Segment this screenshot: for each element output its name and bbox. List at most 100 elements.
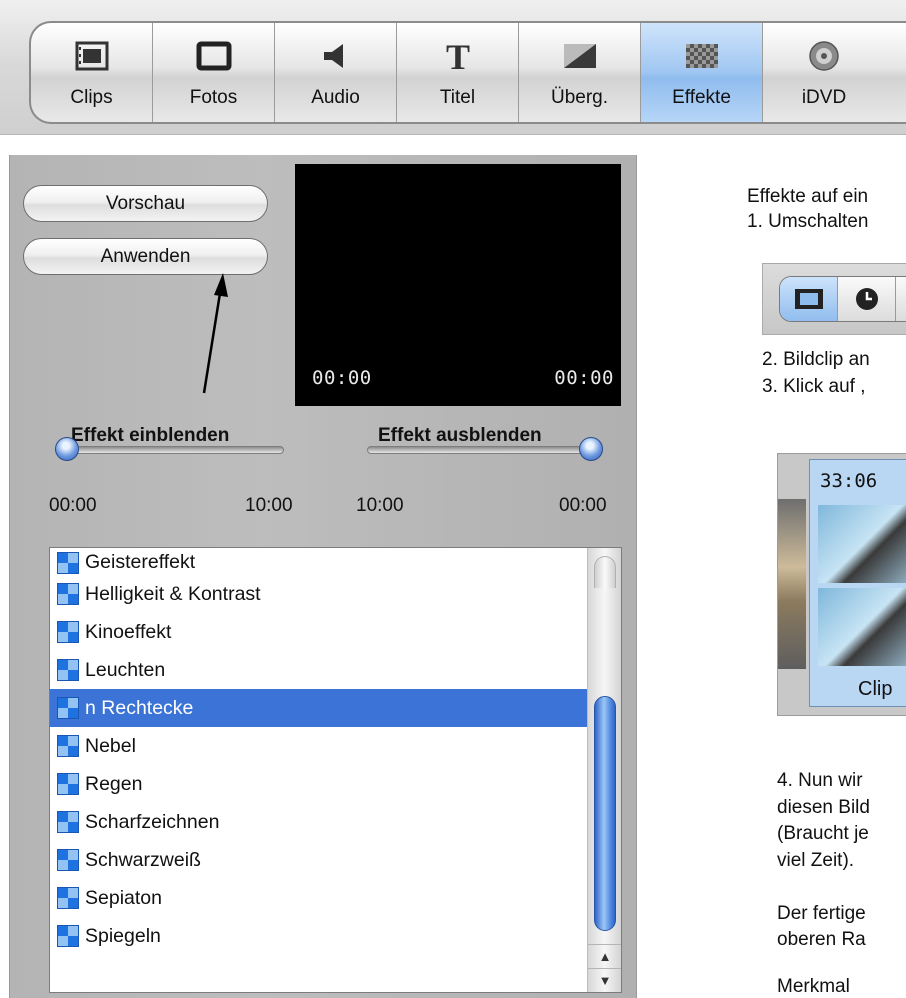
- pane-switcher: Clips Fotos Audio T Titel Überg. Effekte…: [29, 21, 906, 124]
- effect-label: Sepiaton: [85, 886, 162, 909]
- effect-label: Regen: [85, 772, 143, 795]
- clock-icon: [855, 288, 878, 310]
- tab-label: Fotos: [189, 87, 238, 108]
- neighbor-clip-strip: [778, 499, 806, 669]
- list-item[interactable]: Sepiaton: [50, 879, 588, 917]
- effect-icon: [57, 659, 79, 681]
- effect-label: Geistereffekt: [85, 551, 196, 573]
- list-item[interactable]: Nebel: [50, 727, 588, 765]
- effects-checker-icon: [682, 36, 722, 76]
- effect-icon: [57, 773, 79, 795]
- instruction-text: viel Zeit).: [777, 850, 855, 871]
- fade-in-min-label: 00:00: [49, 495, 97, 516]
- instruction-text: diesen Bild: [777, 797, 870, 818]
- tab-effects[interactable]: Effekte: [641, 23, 763, 122]
- timecode-end: 00:00: [554, 367, 614, 389]
- svg-text:T: T: [445, 39, 469, 73]
- effect-icon: [57, 887, 79, 909]
- effect-label: n Rechtecke: [85, 696, 194, 719]
- list-item[interactable]: Geistereffekt: [50, 549, 588, 575]
- effect-icon: [57, 811, 79, 833]
- tab-label: Audio: [311, 87, 360, 108]
- tab-audio[interactable]: Audio: [275, 23, 397, 122]
- instruction-text: (Braucht je: [777, 823, 869, 844]
- list-item[interactable]: Regen: [50, 765, 588, 803]
- instruction-text: oberen Ra: [777, 929, 866, 950]
- fade-in-title: Effekt einblenden: [71, 425, 230, 446]
- clip-frame-image: [818, 505, 906, 583]
- effect-icon: [57, 925, 79, 947]
- fade-out-title: Effekt ausblenden: [378, 425, 542, 446]
- instruction-text: 3. Klick auf ,: [762, 376, 866, 397]
- fade-in-max-label: 10:00: [245, 495, 293, 516]
- fade-out-max-label: 00:00: [559, 495, 607, 516]
- effect-icon: [57, 583, 79, 605]
- view-switcher: [779, 276, 906, 322]
- tab-titles[interactable]: T Titel: [397, 23, 519, 122]
- tab-label: Effekte: [672, 87, 731, 108]
- timeline-view-button: [838, 277, 896, 321]
- tab-clips[interactable]: Clips: [31, 23, 153, 122]
- effect-icon: [57, 735, 79, 757]
- list-scrollbar[interactable]: ▲ ▼: [587, 548, 621, 992]
- effect-label: Schwarzweiß: [85, 848, 201, 871]
- list-item[interactable]: Kinoeffekt: [50, 613, 588, 651]
- instruction-text: Der fertige: [777, 903, 866, 924]
- fade-out-slider[interactable]: [367, 446, 592, 454]
- effect-label: Nebel: [85, 734, 136, 757]
- tab-label: iDVD: [801, 87, 847, 108]
- effect-icon: [57, 621, 79, 643]
- scrollbar-track-cap: [594, 556, 616, 588]
- instruction-text: Merkmal: [777, 976, 850, 997]
- scroll-down-arrow-icon[interactable]: ▼: [588, 968, 621, 992]
- tab-label: Clips: [70, 87, 113, 108]
- fade-in-slider-knob[interactable]: [55, 437, 79, 461]
- clip-thumbnail-image: 33:06 Clip: [777, 453, 906, 716]
- effect-label: Helligkeit & Kontrast: [85, 582, 261, 605]
- list-item[interactable]: Scharfzeichnen: [50, 803, 588, 841]
- timecode-start: 00:00: [312, 367, 372, 389]
- list-item[interactable]: Helligkeit & Kontrast: [50, 575, 588, 613]
- clip-card: 33:06 Clip: [809, 459, 906, 707]
- tab-photos[interactable]: Fotos: [153, 23, 275, 122]
- effects-list[interactable]: Geistereffekt Helligkeit & Kontrast Kino…: [49, 547, 622, 993]
- view-switcher-image: [762, 263, 906, 335]
- effect-icon: [57, 552, 79, 574]
- list-item[interactable]: Schwarzweiß: [50, 841, 588, 879]
- tab-label: Überg.: [550, 87, 609, 108]
- fade-out-slider-knob[interactable]: [579, 437, 603, 461]
- instruction-text: 2. Bildclip an: [762, 349, 870, 370]
- tab-idvd[interactable]: iDVD: [763, 23, 885, 122]
- preview-button[interactable]: Vorschau: [23, 185, 268, 222]
- list-item-selected[interactable]: n Rechtecke: [50, 689, 588, 727]
- instruction-text: 1. Umschalten: [747, 211, 869, 232]
- effects-panel: Vorschau Anwenden 00:00 00:00 Effekt ein…: [9, 155, 637, 998]
- instruction-text: 4. Nun wir: [777, 770, 863, 791]
- list-item[interactable]: Leuchten: [50, 651, 588, 689]
- transition-icon: [560, 36, 600, 76]
- dvd-disc-icon: [804, 36, 844, 76]
- film-icon: [72, 36, 112, 76]
- effect-label: Kinoeffekt: [85, 620, 172, 643]
- scroll-up-arrow-icon[interactable]: ▲: [588, 944, 621, 968]
- effect-icon: [57, 697, 79, 719]
- clip-frame-image: [818, 588, 906, 666]
- title-t-icon: T: [438, 36, 478, 76]
- scrollbar-thumb[interactable]: [594, 696, 616, 931]
- fade-out-min-label: 10:00: [356, 495, 404, 516]
- speaker-icon: [316, 36, 356, 76]
- film-icon: [794, 289, 823, 309]
- fade-in-slider[interactable]: [59, 446, 284, 454]
- preview-monitor: 00:00 00:00: [295, 164, 621, 406]
- clip-name: Clip: [858, 678, 893, 700]
- toolbar: Clips Fotos Audio T Titel Überg. Effekte…: [0, 0, 906, 135]
- annotation-arrow: [202, 273, 228, 394]
- effect-label: Leuchten: [85, 658, 166, 681]
- clip-view-button: [780, 277, 838, 321]
- effect-label: Spiegeln: [85, 924, 161, 947]
- clip-duration: 33:06: [820, 470, 878, 492]
- effect-icon: [57, 849, 79, 871]
- photo-frame-icon: [194, 36, 234, 76]
- list-item[interactable]: Spiegeln: [50, 917, 588, 955]
- tab-transitions[interactable]: Überg.: [519, 23, 641, 122]
